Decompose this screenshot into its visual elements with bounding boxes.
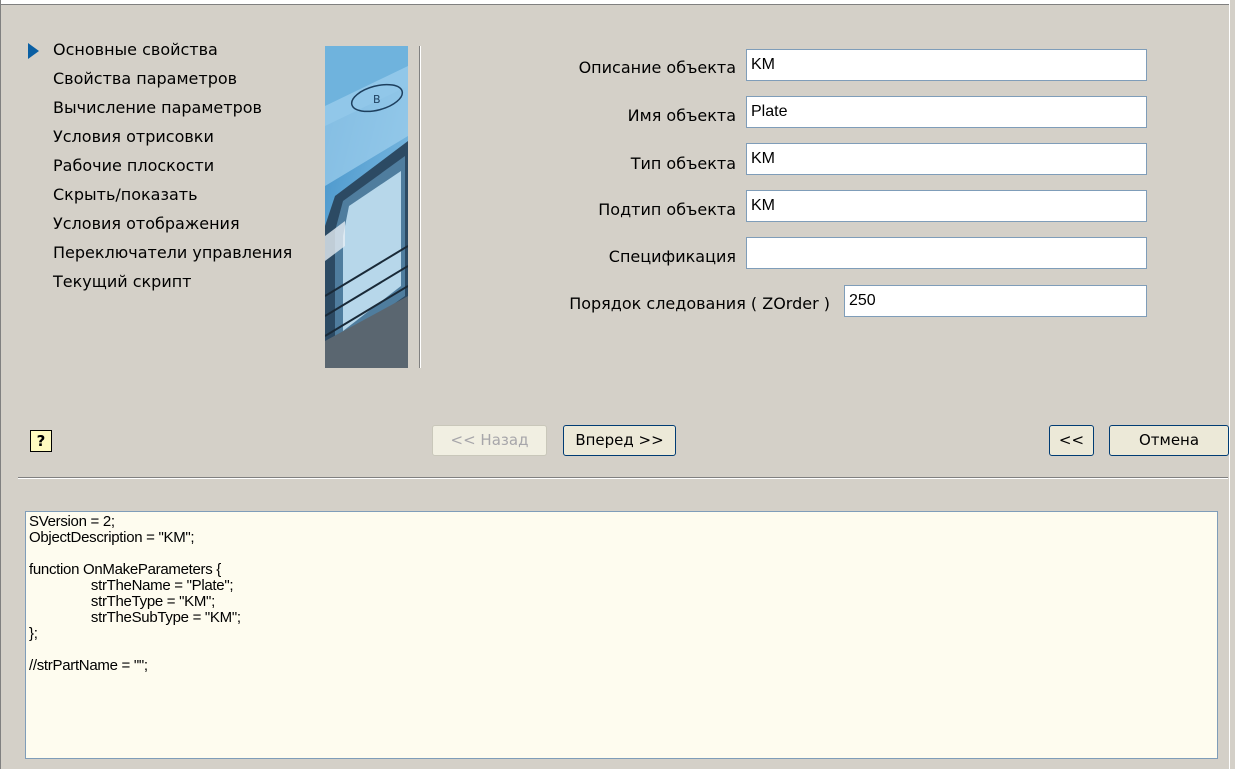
step-basic-properties[interactable]: Основные свойства — [28, 40, 292, 69]
step-display-conditions[interactable]: Условия отображения — [28, 214, 292, 243]
specification-input[interactable] — [746, 237, 1147, 269]
description-input[interactable]: KM — [746, 49, 1147, 81]
subtype-input[interactable]: KM — [746, 190, 1147, 222]
script-editor[interactable]: SVersion = 2; ObjectDescription = "KM"; … — [25, 511, 1218, 759]
window-left-edge — [0, 0, 1, 769]
type-label: Тип объекта — [630, 154, 736, 173]
step-label: Свойства параметров — [53, 69, 238, 88]
next-button[interactable]: Вперед >> — [563, 425, 676, 456]
description-label: Описание объекта — [578, 58, 736, 77]
window-right-edge — [1229, 0, 1235, 769]
horizontal-separator — [18, 477, 1228, 479]
step-label: Условия отрисовки — [53, 127, 214, 146]
step-label: Условия отображения — [53, 214, 240, 233]
wizard-step-list: Основные свойства Свойства параметров Вы… — [28, 40, 292, 301]
help-icon: ? — [36, 432, 46, 450]
zorder-input[interactable]: 250 — [844, 285, 1147, 317]
help-button[interactable]: ? — [30, 430, 52, 452]
collapse-button[interactable]: << — [1049, 425, 1094, 456]
cancel-button[interactable]: Отмена — [1109, 425, 1229, 456]
step-label: Рабочие плоскости — [53, 156, 215, 175]
step-parameter-properties[interactable]: Свойства параметров — [28, 69, 292, 98]
window-top-edge — [0, 0, 1235, 5]
zorder-label: Порядок следования ( ZOrder ) — [569, 294, 830, 313]
step-label: Вычисление параметров — [53, 98, 262, 117]
vertical-divider — [419, 46, 421, 368]
subtype-label: Подтип объекта — [598, 200, 736, 219]
step-label: Текущий скрипт — [53, 272, 192, 291]
svg-text:B: B — [373, 93, 381, 106]
step-drawing-conditions[interactable]: Условия отрисовки — [28, 127, 292, 156]
step-parameter-calculation[interactable]: Вычисление параметров — [28, 98, 292, 127]
step-control-switches[interactable]: Переключатели управления — [28, 243, 292, 272]
step-label: Основные свойства — [53, 40, 218, 59]
specification-label: Спецификация — [608, 247, 736, 266]
wizard-banner-image: B — [325, 46, 408, 368]
step-work-planes[interactable]: Рабочие плоскости — [28, 156, 292, 185]
step-current-script[interactable]: Текущий скрипт — [28, 272, 292, 301]
current-step-arrow-icon — [28, 43, 39, 59]
name-input[interactable]: Plate — [746, 96, 1147, 128]
back-button[interactable]: << Назад — [432, 425, 547, 456]
step-label: Переключатели управления — [53, 243, 293, 262]
name-label: Имя объекта — [627, 106, 736, 125]
step-hide-show[interactable]: Скрыть/показать — [28, 185, 292, 214]
step-label: Скрыть/показать — [53, 185, 198, 204]
type-input[interactable]: KM — [746, 143, 1147, 175]
